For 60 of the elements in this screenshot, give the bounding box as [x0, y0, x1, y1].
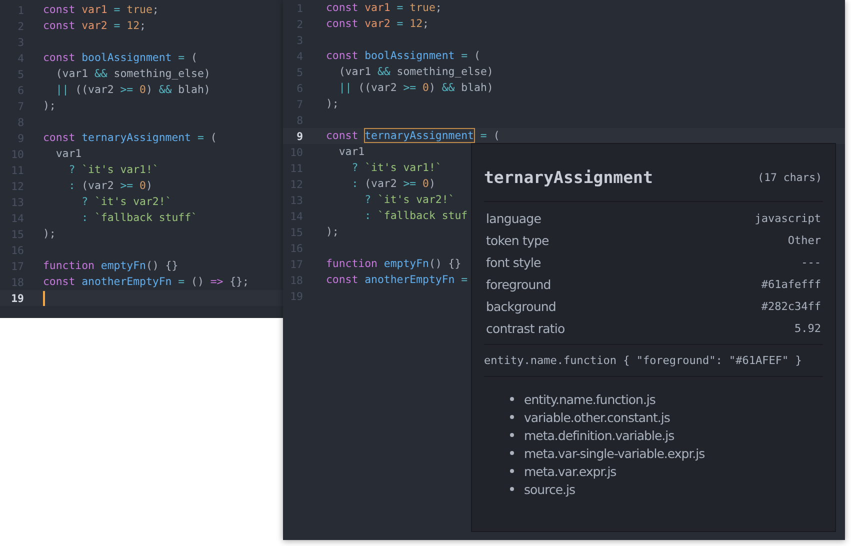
code-line: const ternaryAssignment = ( [326, 129, 500, 143]
scope-name: entity.name.function.js [524, 392, 656, 406]
property-label: contrast ratio [486, 320, 565, 336]
scope-name: variable.other.constant.js [524, 410, 670, 424]
property-label: token type [486, 232, 549, 248]
scope-name: meta.definition.variable.js [524, 428, 674, 442]
bullet-icon [510, 397, 514, 401]
property-label: foreground [486, 276, 551, 292]
theme-rule: entity.name.function { "foreground": "#61AFEF" } [484, 345, 823, 377]
property-label: font style [486, 254, 541, 270]
token-name: ternaryAssignment [484, 168, 653, 187]
property-value: #282c34ff [761, 300, 821, 312]
code-line: const ternaryAssignment = ( [43, 131, 217, 145]
code-line: function emptyFn() {} [326, 257, 462, 271]
code-line: ? `it's var2!` [80, 195, 172, 209]
code-line: var1 [54, 147, 82, 161]
code-line: ); [326, 97, 339, 111]
scope-name: meta.var-single-variable.expr.js [524, 446, 705, 460]
bullet-icon [510, 469, 514, 473]
bullet-icon [510, 487, 514, 491]
code-line: : (var2 >= 0) [68, 179, 152, 193]
scope-name: meta.var.expr.js [524, 464, 616, 478]
code-line: : (var2 >= 0) [350, 177, 436, 191]
bullet-icon [510, 451, 514, 455]
code-line: const var1 = true; [43, 3, 159, 17]
code-line: : `fallback stuff` [80, 211, 198, 225]
code-line: const var1 = true; [326, 1, 442, 15]
property-value: --- [801, 256, 821, 268]
code-line: ? `it's var2!` [364, 193, 455, 207]
code-line: const var2 = 12; [326, 17, 429, 31]
property-value: #61afefff [761, 278, 821, 290]
bullet-icon [510, 433, 514, 437]
code-line: function emptyFn() {} [43, 259, 178, 273]
code-line: const boolAssignment = ( [326, 49, 480, 63]
text-cursor [43, 290, 45, 306]
code-line: ); [43, 227, 56, 241]
code-line: const var2 = 12; [43, 19, 146, 33]
code-line: ? `it's var1!` [350, 161, 442, 175]
line-number: 9 [296, 130, 303, 142]
bullet-icon [510, 415, 514, 419]
char-count: (17 chars) [758, 171, 823, 184]
code-line: (var1 && something_else) [338, 65, 494, 79]
code-line: ); [326, 225, 339, 239]
property-label: language [486, 210, 541, 226]
code-line: ? `it's var1!` [68, 163, 159, 177]
code-line: (var1 && something_else) [54, 67, 210, 81]
code-line: var1 [338, 145, 365, 159]
code-line: : `fallback stuf [364, 209, 468, 223]
code-line: const boolAssignment = ( [43, 51, 198, 65]
property-value: 5.92 [794, 322, 821, 334]
property-label: background [486, 298, 556, 314]
code-line: || ((var2 >= 0) && blah) [338, 81, 494, 95]
property-value: Other [788, 234, 821, 246]
line-number: 19 [10, 292, 24, 304]
code-line: const anotherEmptyFn = () => {}; [43, 275, 249, 289]
code-line: const anotherEmptyFn = [326, 273, 468, 287]
code-line: || ((var2 >= 0) && blah) [54, 83, 210, 97]
code-line: ); [43, 99, 56, 113]
property-value: javascript [754, 212, 821, 224]
scope-name: source.js [524, 482, 575, 496]
